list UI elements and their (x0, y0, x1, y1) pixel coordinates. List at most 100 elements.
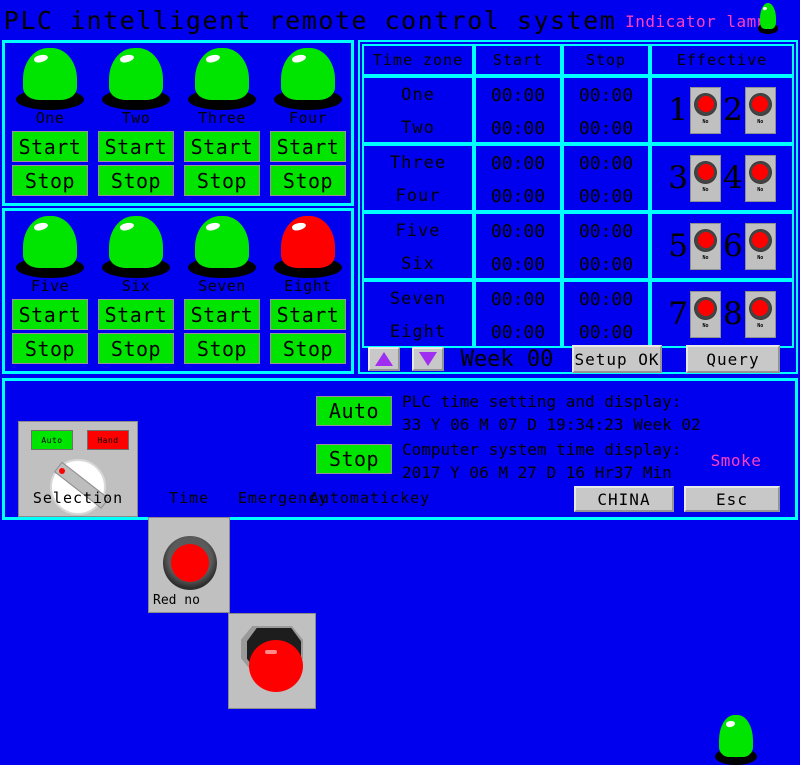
indicator-lamp-red (752, 164, 769, 180)
stop-button-one[interactable]: Stop (12, 165, 88, 196)
selector-auto-tag: Auto (31, 430, 73, 450)
effective-indicator-6[interactable]: No (744, 222, 776, 270)
emergency-stop-button[interactable] (228, 613, 316, 709)
effective-cell-group-4: 7 No 8 No (650, 280, 794, 348)
stop-cell-group-3[interactable]: 00:00 00:00 (562, 212, 650, 280)
stop-cell-group-2[interactable]: 00:00 00:00 (562, 144, 650, 212)
start-button-seven[interactable]: Start (184, 299, 260, 330)
start-time-three[interactable]: 00:00 (476, 146, 560, 180)
stop-time-four[interactable]: 00:00 (564, 180, 648, 212)
stop-button-five[interactable]: Stop (12, 333, 88, 364)
emergency-mushroom-cap (249, 640, 303, 692)
time-pushbutton[interactable]: Red no (148, 517, 230, 613)
start-time-seven[interactable]: 00:00 (476, 282, 560, 316)
effective-tag-4: No (757, 186, 764, 193)
lamp-five (14, 216, 86, 278)
table-header-start: Start (474, 44, 562, 76)
stop-time-two[interactable]: 00:00 (564, 112, 648, 144)
start-time-one[interactable]: 00:00 (476, 78, 560, 112)
start-button-four[interactable]: Start (270, 131, 346, 162)
zone-name-six: Six (401, 254, 435, 274)
lamp-label-one: One (35, 109, 65, 127)
stop-cell-group-1[interactable]: 00:00 00:00 (562, 76, 650, 144)
start-cell-group-1[interactable]: 00:00 00:00 (474, 76, 562, 144)
stop-button-three[interactable]: Stop (184, 165, 260, 196)
week-up-button[interactable] (368, 347, 400, 371)
smoke-label: Smoke (710, 450, 762, 470)
stop-cell-group-4[interactable]: 00:00 00:00 (562, 280, 650, 348)
indicator-ring-icon (694, 160, 717, 184)
zone-name-seven: Seven (389, 289, 447, 309)
effective-number-7: 7 (668, 295, 688, 332)
lamp-label-six: Six (121, 277, 151, 295)
setup-ok-button[interactable]: Setup OK (572, 345, 662, 373)
effective-indicator-2[interactable]: No (744, 86, 776, 134)
table-row: Five Six (362, 212, 474, 280)
triangle-up-icon (375, 352, 393, 366)
lamp-one (14, 48, 86, 110)
stop-button-four[interactable]: Stop (270, 165, 346, 196)
stop-time-eight[interactable]: 00:00 (564, 316, 648, 348)
start-button-one[interactable]: Start (12, 131, 88, 162)
effective-cell-group-1: 1 No 2 No (650, 76, 794, 144)
lamp-label-three: Three (198, 109, 246, 127)
lamp-two (100, 48, 172, 110)
indicator-lamp-red (752, 300, 769, 316)
start-button-two[interactable]: Start (98, 131, 174, 162)
effective-tag-5: No (702, 254, 709, 261)
effective-tag-2: No (757, 118, 764, 125)
lamp-dome (22, 48, 78, 101)
automatickey-caption: Automatickey (309, 489, 431, 507)
indicator-ring-icon (748, 296, 772, 320)
start-cell-group-3[interactable]: 00:00 00:00 (474, 212, 562, 280)
effective-indicator-4[interactable]: No (744, 154, 776, 202)
auto-button[interactable]: Auto (316, 396, 392, 426)
start-time-four[interactable]: 00:00 (476, 180, 560, 212)
stop-time-three[interactable]: 00:00 (564, 146, 648, 180)
start-cell-group-4[interactable]: 00:00 00:00 (474, 280, 562, 348)
effective-tag-7: No (702, 322, 709, 329)
start-time-five[interactable]: 00:00 (476, 214, 560, 248)
stop-time-seven[interactable]: 00:00 (564, 282, 648, 316)
start-cell-group-2[interactable]: 00:00 00:00 (474, 144, 562, 212)
effective-indicator-1[interactable]: No (690, 86, 721, 134)
stop-button-eight[interactable]: Stop (270, 333, 346, 364)
stop-time-six[interactable]: 00:00 (564, 248, 648, 280)
stop-button-two[interactable]: Stop (98, 165, 174, 196)
week-down-button[interactable] (412, 347, 444, 371)
start-time-six[interactable]: 00:00 (476, 248, 560, 280)
pc-time-value: 2017 Y 06 M 27 D 16 Hr37 Min (402, 463, 672, 482)
stop-time-five[interactable]: 00:00 (564, 214, 648, 248)
effective-indicator-5[interactable]: No (690, 222, 721, 270)
effective-indicator-8[interactable]: No (744, 290, 776, 338)
indicator-ring-icon (748, 160, 772, 184)
indicator-lamp-label: Indicator lamp (625, 11, 767, 31)
start-button-three[interactable]: Start (184, 131, 260, 162)
lamp-four (272, 48, 344, 110)
stop-button-seven[interactable]: Stop (184, 333, 260, 364)
lamp-label-four: Four (288, 109, 328, 127)
effective-indicator-7[interactable]: No (690, 290, 721, 338)
stop-button-six[interactable]: Stop (98, 333, 174, 364)
auto-stop-button[interactable]: Stop (316, 444, 392, 474)
stop-time-one[interactable]: 00:00 (564, 78, 648, 112)
emergency-cap-highlight (265, 650, 277, 654)
table-header-stop: Stop (562, 44, 650, 76)
indicator-ring-icon (748, 92, 772, 116)
lamp-dome (108, 216, 164, 269)
start-time-eight[interactable]: 00:00 (476, 316, 560, 348)
start-button-eight[interactable]: Start (270, 299, 346, 330)
start-button-six[interactable]: Start (98, 299, 174, 330)
indicator-lamp-red (697, 96, 714, 112)
effective-tag-1: No (702, 118, 709, 125)
start-time-two[interactable]: 00:00 (476, 112, 560, 144)
china-button[interactable]: CHINA (574, 486, 674, 512)
esc-button[interactable]: Esc (684, 486, 780, 512)
effective-indicator-3[interactable]: No (690, 154, 721, 202)
indicator-lamp (757, 3, 779, 34)
indicator-lamp-red (752, 96, 769, 112)
selector-hand-tag: Hand (87, 430, 129, 450)
query-button[interactable]: Query (686, 345, 780, 373)
effective-cell-group-2: 3 No 4 No (650, 144, 794, 212)
start-button-five[interactable]: Start (12, 299, 88, 330)
